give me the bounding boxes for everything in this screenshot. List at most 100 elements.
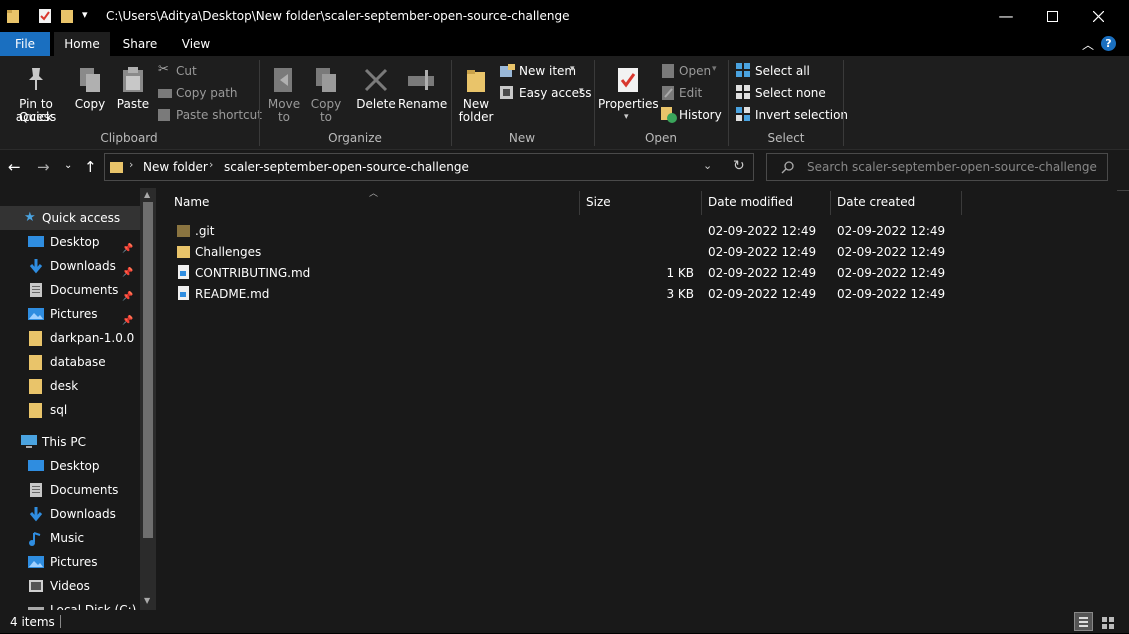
table-row[interactable]: .git 02-09-2022 12:49 02-09-2022 12:49 [172,221,962,242]
up-arrow-icon[interactable]: ↑ [84,158,97,176]
collapse-ribbon-chevron-up-icon[interactable]: ︿ [1082,36,1094,53]
nav-pc-item[interactable]: Music [0,526,140,550]
group-label-open: Open [644,131,678,145]
copy-path-button[interactable]: Copy path [156,84,256,104]
quick-access-toolbar-dropdown[interactable]: ▾ [82,8,88,21]
copy-path-icon [158,89,172,98]
history-button[interactable]: History [660,106,726,126]
column-header-date-modified[interactable]: Date modified [708,195,793,209]
easy-access-icon [500,86,513,99]
tab-file[interactable]: File [0,32,50,56]
scroll-down-icon[interactable]: ▼ [144,596,150,605]
tab-share[interactable]: Share [114,32,166,56]
window-title: C:\Users\Aditya\Desktop\New folder\scale… [106,9,570,23]
rename-button[interactable]: Rename [398,60,447,128]
download-icon [29,507,43,522]
group-label-clipboard: Clipboard [100,131,158,145]
breadcrumb-current-folder[interactable]: scaler-september-open-source-challenge [224,160,469,174]
copy-label: Copy [74,97,106,111]
breadcrumb-new-folder[interactable]: New folder [143,160,208,174]
paste-shortcut-icon [158,109,170,121]
nav-pc-item[interactable]: Desktop [0,454,140,478]
history-icon [661,107,677,123]
column-divider[interactable] [701,191,702,215]
nav-pc-item[interactable]: Documents [0,478,140,502]
nav-quick-access[interactable]: ★ Quick access [0,206,140,230]
copy-to-button[interactable]: Copy to [306,60,346,128]
new-folder-button[interactable]: New folder [456,60,496,128]
file-name: .git [195,224,215,238]
refresh-icon[interactable]: ↻ [733,158,745,174]
nav-scrollbar[interactable]: ▲ ▼ [140,188,156,610]
breadcrumb-separator-icon[interactable]: › [129,158,133,171]
file-icon [178,265,189,279]
pin-icon [29,68,43,90]
nav-quick-item[interactable]: Downloads 📌 [0,254,140,278]
minimize-button[interactable]: — [983,0,1029,32]
column-header-date-created[interactable]: Date created [837,195,915,209]
large-icons-view-button[interactable] [1098,612,1117,631]
move-to-button[interactable]: Move to [264,60,304,128]
folder-icon [177,225,190,237]
nav-pc-item[interactable]: Pictures [0,550,140,574]
select-none-button[interactable]: Select none [734,84,840,104]
tab-view[interactable]: View [170,32,222,56]
new-folder-icon[interactable] [60,8,74,24]
chevron-down-icon: ▾ [712,64,717,74]
nav-scrollbar-thumb[interactable] [143,202,153,538]
nav-quick-item[interactable]: darkpan-1.0.0 [0,326,140,350]
column-header-size[interactable]: Size [586,195,611,209]
nav-quick-item[interactable]: database [0,350,140,374]
back-arrow-icon[interactable]: ← [8,158,21,176]
details-view-button[interactable] [1074,612,1093,631]
column-divider[interactable] [830,191,831,215]
nav-quick-item[interactable]: desk [0,374,140,398]
nav-quick-item[interactable]: Documents 📌 [0,278,140,302]
nav-item-label: Downloads [50,507,116,521]
edit-button[interactable]: Edit [660,84,726,104]
nav-quick-item[interactable]: Desktop 📌 [0,230,140,254]
tab-home[interactable]: Home [54,32,110,56]
pin-to-quick-access-button[interactable]: Pin to Quick access [2,60,70,128]
column-divider[interactable] [579,191,580,215]
table-row[interactable]: README.md 3 KB 02-09-2022 12:49 02-09-2022 … [172,284,962,305]
delete-button[interactable]: Delete [356,60,396,128]
breadcrumb-separator-icon[interactable]: › [209,158,213,171]
table-row[interactable]: Challenges 02-09-2022 12:49 02-09-2022 12:… [172,242,962,263]
paste-button[interactable]: Paste [114,60,152,128]
column-divider[interactable] [961,191,962,215]
nav-pc-item[interactable]: Downloads [0,502,140,526]
help-icon[interactable]: ? [1101,36,1116,51]
invert-selection-button[interactable]: Invert selection [734,106,848,126]
nav-pc-item[interactable]: Videos [0,574,140,598]
nav-quick-item[interactable]: sql [0,398,140,422]
pictures-icon [28,556,44,568]
paste-shortcut-button[interactable]: Paste shortcut [156,106,262,126]
new-item-button[interactable]: New item ▾ [498,62,590,82]
maximize-button[interactable] [1029,0,1075,32]
details-view-icon [1079,617,1088,627]
properties-button[interactable]: Properties ▾ [598,60,659,128]
select-none-icon [736,85,750,99]
forward-arrow-icon[interactable]: → [37,158,50,176]
nav-this-pc[interactable]: This PC [0,430,140,454]
nav-item-label: Desktop [50,235,100,249]
recent-locations-chevron-down-icon[interactable]: ⌄ [64,160,72,171]
nav-quick-item[interactable]: Pictures 📌 [0,302,140,326]
open-button[interactable]: Open ▾ [660,62,726,82]
close-button[interactable] [1075,0,1121,32]
address-history-chevron-down-icon[interactable]: ⌄ [703,159,712,172]
nav-pc-item[interactable]: Local Disk (C:) [0,598,140,610]
copy-button[interactable]: Copy [72,60,108,128]
address-bar[interactable]: › New folder › scaler-september-open-sou… [104,153,754,181]
cut-button[interactable]: ✂ Cut [156,62,256,82]
column-header-name[interactable]: Name [174,195,209,209]
easy-access-button[interactable]: Easy access ▾ [498,84,592,104]
search-box[interactable]: Search scaler-september-open-source-chal… [766,153,1108,181]
table-row[interactable]: CONTRIBUTING.md 1 KB 02-09-2022 12:49 02-09… [172,263,962,284]
scroll-up-icon[interactable]: ▲ [144,190,150,199]
nav-item-label: Downloads [50,259,116,273]
properties-icon[interactable] [38,8,52,24]
select-all-button[interactable]: Select all [734,62,840,82]
chevron-down-icon: ▾ [624,112,629,122]
